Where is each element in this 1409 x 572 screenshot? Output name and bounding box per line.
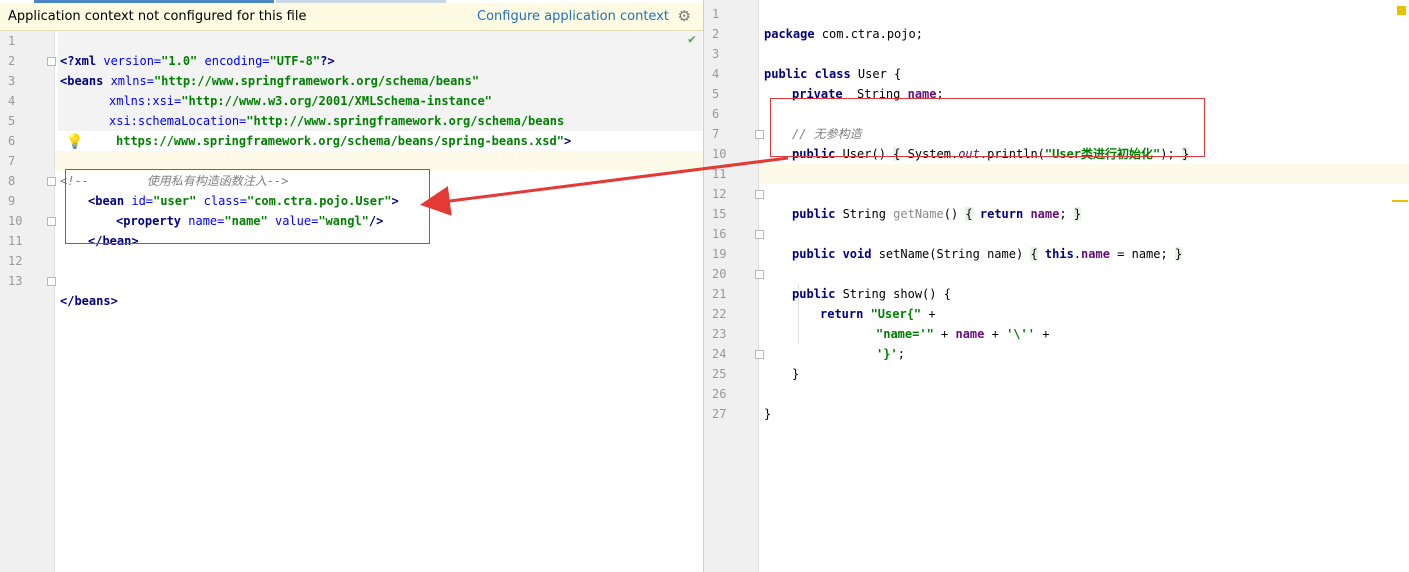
- code-line-3[interactable]: public class User {: [704, 44, 1409, 81]
- type-name: String: [835, 207, 894, 221]
- keyword: package: [764, 27, 815, 41]
- code-line-4[interactable]: xsi:schemaLocation="http://www.springfra…: [0, 91, 703, 128]
- brace: }: [792, 367, 800, 381]
- dot: .: [1073, 247, 1082, 261]
- method-name: getName: [893, 207, 944, 221]
- code-line-20[interactable]: public String show() {: [704, 264, 1409, 301]
- brace: }: [764, 407, 772, 421]
- code-line-5[interactable]: https://www.springframework.org/schema/b…: [0, 111, 703, 148]
- constructor-highlight-box: [770, 98, 1205, 157]
- code-line-16[interactable]: public void setName(String name) { this.…: [704, 224, 1409, 261]
- assignment: = name;: [1109, 247, 1175, 261]
- configure-context-link[interactable]: Configure application context: [477, 9, 669, 24]
- keyword: public: [792, 207, 836, 221]
- gear-icon[interactable]: ⚙: [678, 7, 691, 25]
- code-line-21[interactable]: return "User{" +: [704, 284, 1409, 321]
- keyword: return: [972, 207, 1031, 221]
- attr-value: https://www.springframework.org/schema/b…: [116, 134, 564, 148]
- brace: }: [1073, 207, 1082, 221]
- package-name: com.ctra.pojo;: [814, 27, 923, 41]
- field-name: name: [1081, 247, 1110, 261]
- bean-highlight-box: [65, 169, 430, 244]
- keyword: public void: [792, 247, 872, 261]
- field-name: name: [1030, 207, 1060, 221]
- brace: }: [1174, 247, 1183, 261]
- xml-editor-pane[interactable]: Application context not configured for t…: [0, 0, 703, 572]
- tag-close: </beans>: [60, 294, 118, 308]
- code-line-13[interactable]: </beans>: [0, 271, 703, 308]
- code-line-7[interactable]: <!-- 使用私有构造函数注入-->: [0, 151, 703, 188]
- banner-message: Application context not configured for t…: [8, 9, 307, 24]
- java-editor-pane[interactable]: 1 2 3 4 5 6 7 10 11 12 15 16 19 20 21 22…: [704, 0, 1409, 572]
- semicolon: ;: [1059, 207, 1074, 221]
- brace: {: [965, 207, 973, 221]
- method-signature: setName(String name): [871, 247, 1031, 261]
- code-line-3[interactable]: xmlns:xsi="http://www.w3.org/2001/XMLSch…: [0, 71, 703, 108]
- code-line-2[interactable]: <beans xmlns="http://www.springframework…: [0, 51, 703, 88]
- parens: (): [943, 207, 966, 221]
- code-line-1[interactable]: package com.ctra.pojo;: [704, 4, 1409, 41]
- code-line-26[interactable]: }: [704, 384, 1409, 421]
- code-line-23[interactable]: '}';: [704, 324, 1409, 361]
- context-banner: Application context not configured for t…: [0, 3, 703, 31]
- code-line-24[interactable]: }: [704, 344, 1409, 381]
- code-line-4[interactable]: private String name;: [704, 64, 1409, 101]
- code-line-12[interactable]: public String getName() { return name; }: [704, 184, 1409, 221]
- keyword: this: [1037, 247, 1074, 261]
- code-line-1[interactable]: <?xml version="1.0" encoding="UTF-8"?>: [0, 31, 703, 68]
- tag-close: >: [563, 134, 572, 148]
- code-line-22[interactable]: "name='" + name + '\'' +: [704, 304, 1409, 341]
- brace: {: [1030, 247, 1038, 261]
